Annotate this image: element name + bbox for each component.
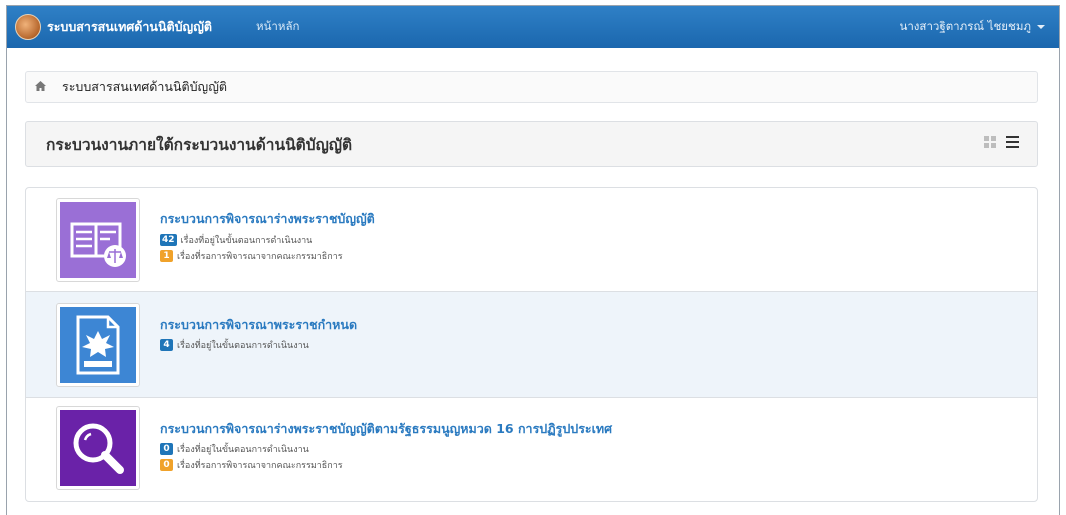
law-book-scale-icon bbox=[60, 202, 136, 278]
count-badge: 0 bbox=[160, 443, 173, 455]
count-badge: 42 bbox=[160, 234, 177, 246]
count-badge: 4 bbox=[160, 339, 173, 351]
decree-document-icon bbox=[60, 307, 136, 383]
brand-title: ระบบสารสนเทศด้านนิติบัญญัติ bbox=[47, 19, 212, 34]
stat-label: เรื่องที่รอการพิจารณาจากคณะกรรมาธิการ bbox=[177, 461, 343, 471]
stat-in-progress: 0 เรื่องที่อยู่ในขั้นตอนการดำเนินงาน bbox=[160, 442, 309, 456]
magnifier-icon bbox=[60, 410, 136, 486]
process-list: กระบวนการพิจารณาร่างพระราชบัญญัติ 42 เรื… bbox=[25, 187, 1038, 502]
nav-home-link[interactable]: หน้าหลัก bbox=[256, 18, 300, 36]
view-toggle bbox=[984, 136, 1019, 148]
stat-label: เรื่องที่อยู่ในขั้นตอนการดำเนินงาน bbox=[180, 236, 313, 246]
stat-pending-committee: 0 เรื่องที่รอการพิจารณาจากคณะกรรมาธิการ bbox=[160, 458, 343, 472]
list-view-icon[interactable] bbox=[1006, 136, 1019, 148]
list-item[interactable]: กระบวนการพิจารณาร่างพระราชบัญญัติ 42 เรื… bbox=[26, 188, 1037, 292]
breadcrumb: ระบบสารสนเทศด้านนิติบัญญัติ bbox=[25, 71, 1038, 103]
app-window: ระบบสารสนเทศด้านนิติบัญญัติ หน้าหลัก นาง… bbox=[6, 5, 1060, 515]
process-thumbnail bbox=[56, 198, 140, 282]
panel-header: กระบวนงานภายใต้กระบวนงานด้านนิติบัญญัติ bbox=[25, 121, 1038, 167]
parliament-logo-icon bbox=[15, 14, 41, 40]
stat-pending-committee: 1 เรื่องที่รอการพิจารณาจากคณะกรรมาธิการ bbox=[160, 249, 343, 263]
grid-view-icon[interactable] bbox=[984, 136, 996, 148]
stat-in-progress: 42 เรื่องที่อยู่ในขั้นตอนการดำเนินงาน bbox=[160, 233, 312, 247]
process-title[interactable]: กระบวนการพิจารณาพระราชกำหนด bbox=[160, 315, 357, 335]
top-navbar: ระบบสารสนเทศด้านนิติบัญญัติ หน้าหลัก นาง… bbox=[7, 6, 1059, 48]
stat-in-progress: 4 เรื่องที่อยู่ในขั้นตอนการดำเนินงาน bbox=[160, 338, 309, 352]
stat-label: เรื่องที่รอการพิจารณาจากคณะกรรมาธิการ bbox=[177, 252, 343, 262]
list-item[interactable]: กระบวนการพิจารณาร่างพระราชบัญญัติตามรัฐธ… bbox=[26, 398, 1037, 501]
stat-label: เรื่องที่อยู่ในขั้นตอนการดำเนินงาน bbox=[177, 341, 309, 351]
process-title[interactable]: กระบวนการพิจารณาร่างพระราชบัญญัติ bbox=[160, 209, 375, 229]
user-name: นางสาวฐิตาภรณ์ ไชยชมภู bbox=[899, 19, 1031, 33]
count-badge: 1 bbox=[160, 250, 173, 262]
page-title: กระบวนงานภายใต้กระบวนงานด้านนิติบัญญัติ bbox=[46, 135, 353, 154]
brand-link[interactable]: ระบบสารสนเทศด้านนิติบัญญัติ bbox=[15, 14, 212, 40]
count-badge: 0 bbox=[160, 459, 173, 471]
home-icon[interactable] bbox=[26, 80, 54, 94]
caret-down-icon bbox=[1037, 25, 1045, 29]
breadcrumb-current: ระบบสารสนเทศด้านนิติบัญญัติ bbox=[62, 79, 227, 94]
user-menu-dropdown[interactable]: นางสาวฐิตาภรณ์ ไชยชมภู bbox=[899, 6, 1045, 48]
stat-label: เรื่องที่อยู่ในขั้นตอนการดำเนินงาน bbox=[177, 445, 309, 455]
process-title[interactable]: กระบวนการพิจารณาร่างพระราชบัญญัติตามรัฐธ… bbox=[160, 419, 612, 439]
list-item[interactable]: กระบวนการพิจารณาพระราชกำหนด 4 เรื่องที่อ… bbox=[26, 292, 1037, 398]
process-thumbnail bbox=[56, 303, 140, 387]
process-thumbnail bbox=[56, 406, 140, 490]
